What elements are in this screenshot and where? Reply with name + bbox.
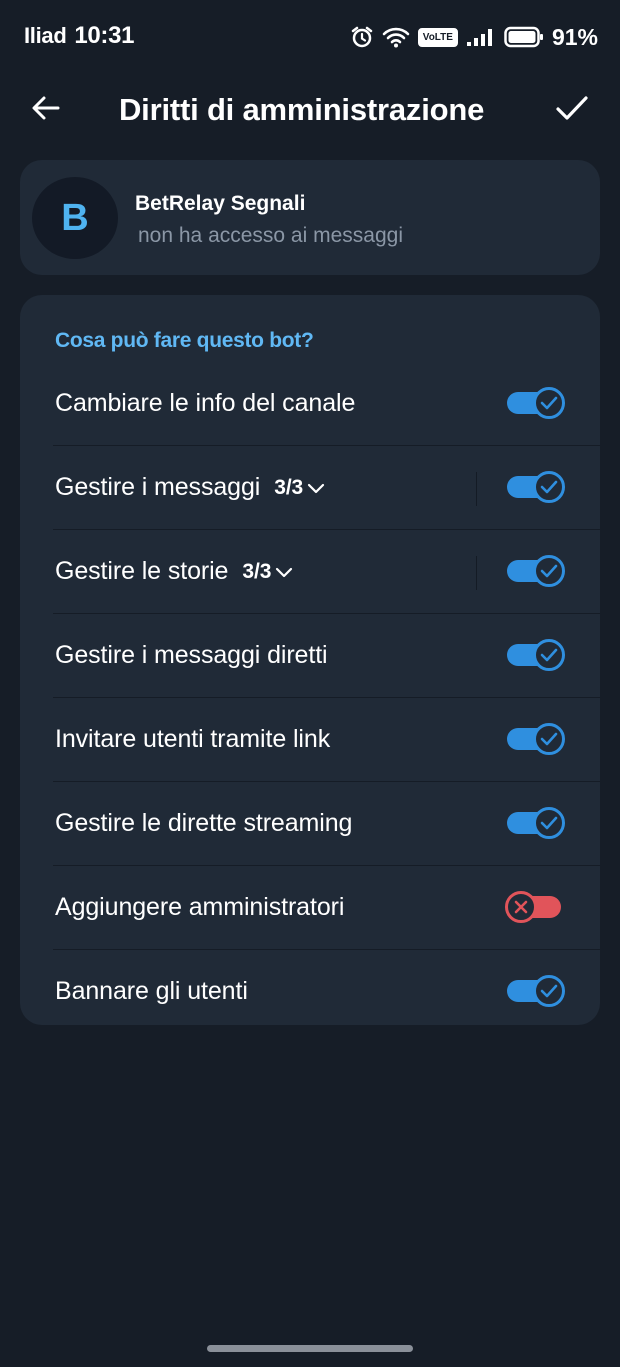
permissions-list: Cambiare le info del canale Gestire i me… (20, 362, 600, 1033)
divider (476, 556, 477, 590)
section-title: Cosa può fare questo bot? (55, 329, 314, 352)
back-button[interactable] (24, 88, 68, 132)
check-icon (533, 555, 565, 587)
wifi-icon (382, 26, 410, 48)
permission-manage-messages[interactable]: Gestire i messaggi 3/3 (53, 445, 600, 529)
permission-change-channel-info[interactable]: Cambiare le info del canale (20, 362, 600, 445)
check-icon (533, 723, 565, 755)
permission-invite-via-link[interactable]: Invitare utenti tramite link (53, 697, 600, 781)
permission-label: Gestire le dirette streaming (55, 809, 353, 837)
app-header: Diritti di amministrazione (0, 72, 620, 148)
clock: 10:31 (74, 22, 135, 49)
check-icon (533, 387, 565, 419)
permission-toggle[interactable] (505, 385, 565, 421)
permission-manage-live-streams[interactable]: Gestire le dirette streaming (53, 781, 600, 865)
check-icon (533, 807, 565, 839)
bot-status: non ha accesso ai messaggi (138, 224, 403, 247)
close-icon (505, 891, 537, 923)
permission-ban-users[interactable]: Bannare gli utenti (53, 949, 600, 1033)
home-indicator[interactable] (207, 1345, 413, 1352)
permission-label: Gestire i messaggi (55, 473, 261, 501)
status-bar: Iliad 10:31 VoLTE 91% (0, 0, 620, 72)
permission-toggle[interactable] (505, 553, 565, 589)
battery-percent: 91% (551, 23, 598, 50)
save-button[interactable] (548, 88, 596, 132)
permission-label: Cambiare le info del canale (55, 389, 356, 417)
signal-icon (466, 27, 496, 47)
alarm-icon (350, 25, 374, 49)
permission-toggle[interactable] (505, 637, 565, 673)
avatar: B (32, 177, 118, 259)
permission-toggle[interactable] (505, 973, 565, 1009)
arrow-left-icon (31, 95, 61, 126)
divider (476, 472, 477, 506)
permission-count[interactable]: 3/3 (274, 476, 325, 500)
bot-name: BetRelay Segnali (135, 192, 306, 215)
permission-label: Bannare gli utenti (55, 977, 248, 1005)
check-icon (533, 471, 565, 503)
permission-toggle[interactable] (505, 889, 565, 925)
permission-toggle[interactable] (505, 721, 565, 757)
permission-label: Gestire le storie (55, 557, 229, 585)
permission-label: Invitare utenti tramite link (55, 725, 331, 753)
chevron-down-icon (275, 560, 293, 584)
check-icon (555, 95, 589, 126)
permission-toggle[interactable] (505, 805, 565, 841)
bot-info-card[interactable]: B BetRelay Segnali non ha accesso ai mes… (20, 160, 600, 275)
permission-toggle[interactable] (505, 469, 565, 505)
volte-icon: VoLTE (417, 27, 458, 47)
chevron-down-icon (307, 476, 325, 500)
check-icon (533, 975, 565, 1007)
battery-icon (504, 26, 544, 48)
carrier-name: Iliad (24, 23, 67, 48)
check-icon (533, 639, 565, 671)
permission-label: Aggiungere amministratori (55, 893, 345, 921)
permission-label: Gestire i messaggi diretti (55, 641, 328, 669)
permission-add-admins[interactable]: Aggiungere amministratori (53, 865, 600, 949)
permission-manage-direct-messages[interactable]: Gestire i messaggi diretti (53, 613, 600, 697)
permission-count[interactable]: 3/3 (242, 560, 293, 584)
permission-manage-stories[interactable]: Gestire le storie 3/3 (53, 529, 600, 613)
page-title: Diritti di amministrazione (119, 92, 485, 127)
permissions-card: Cosa può fare questo bot? Cambiare le in… (20, 295, 600, 1025)
